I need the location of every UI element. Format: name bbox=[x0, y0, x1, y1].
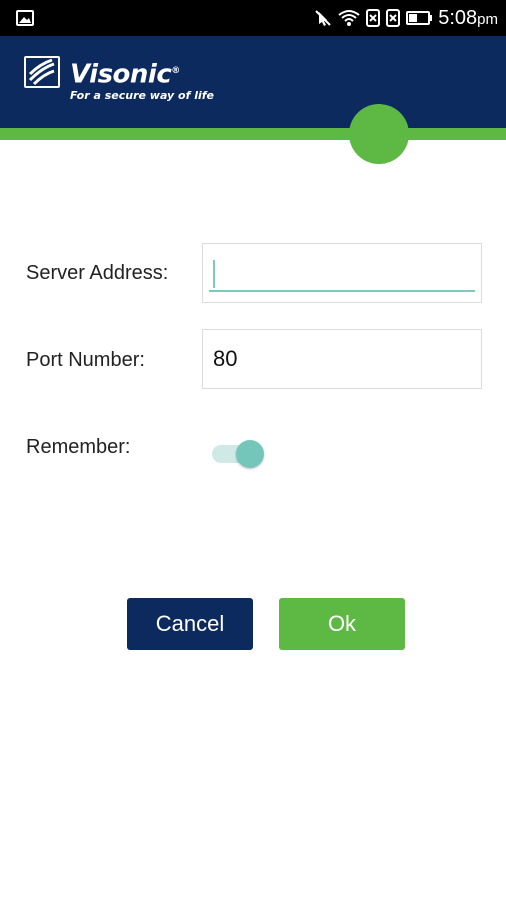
port-number-label: Port Number: bbox=[26, 349, 145, 371]
focus-underline bbox=[209, 290, 475, 292]
sim1-icon bbox=[366, 9, 381, 27]
wifi-icon bbox=[338, 10, 360, 26]
remember-label: Remember: bbox=[26, 436, 131, 458]
text-caret bbox=[213, 260, 215, 288]
header-accent-bar bbox=[0, 128, 506, 140]
port-number-field[interactable] bbox=[202, 329, 482, 389]
sim2-icon bbox=[386, 9, 401, 27]
cancel-button[interactable]: Cancel bbox=[127, 598, 253, 650]
ok-button[interactable]: Ok bbox=[279, 598, 405, 650]
brand-tagline: For a secure way of life bbox=[70, 88, 215, 102]
status-time: 5:08pm bbox=[438, 6, 498, 29]
server-address-field[interactable] bbox=[202, 243, 482, 303]
app-header: Visonic® For a secure way of life bbox=[0, 36, 506, 130]
server-address-input[interactable] bbox=[203, 244, 481, 302]
status-bar: 5:08pm bbox=[0, 0, 506, 36]
toggle-thumb[interactable] bbox=[236, 440, 264, 468]
image-icon bbox=[16, 10, 34, 26]
battery-icon bbox=[406, 11, 433, 25]
no-notifications-icon bbox=[315, 10, 331, 26]
visonic-logo: Visonic® For a secure way of life bbox=[24, 56, 214, 102]
header-accent-circle bbox=[349, 104, 409, 164]
port-number-input[interactable] bbox=[203, 330, 481, 388]
brand-name: Visonic® bbox=[70, 59, 180, 90]
server-address-label: Server Address: bbox=[26, 262, 169, 284]
status-icons: 5:08pm bbox=[314, 0, 498, 36]
remember-toggle[interactable] bbox=[212, 440, 266, 468]
visonic-logo-icon bbox=[24, 56, 60, 88]
